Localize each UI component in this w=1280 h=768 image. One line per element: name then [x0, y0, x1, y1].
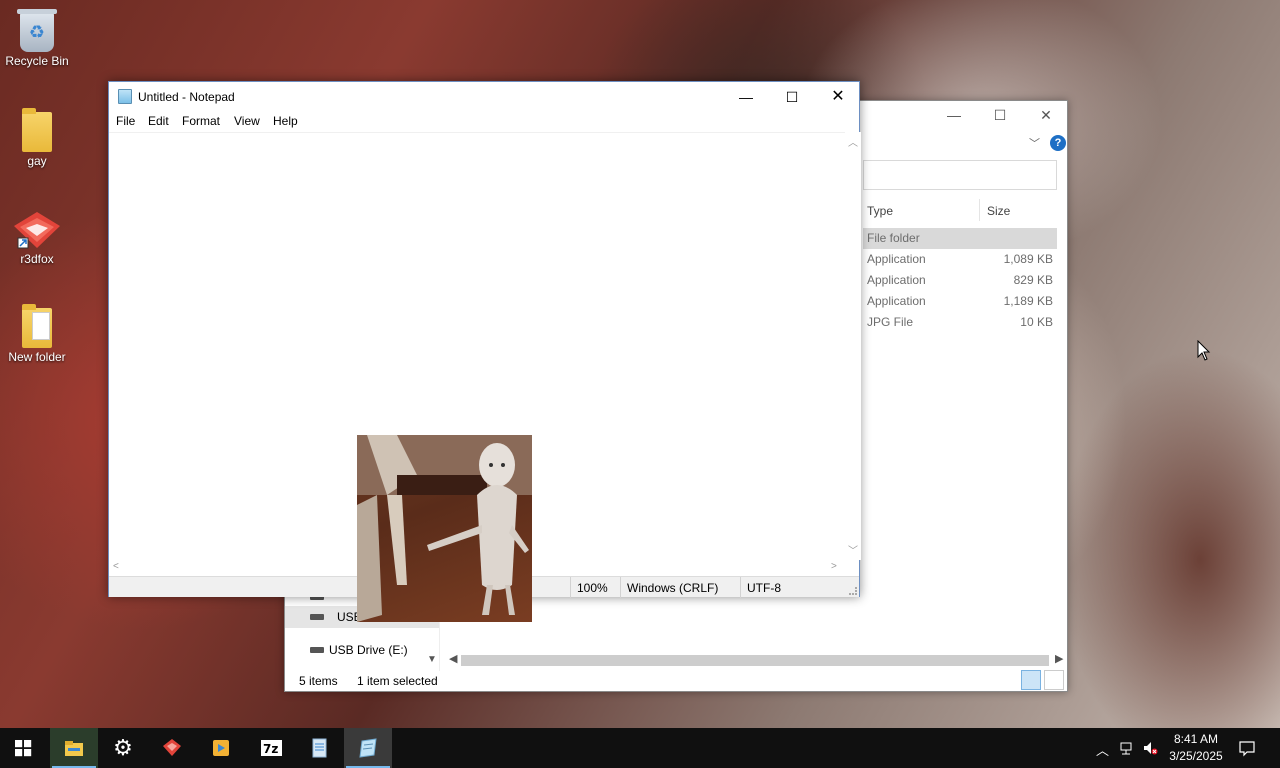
clock-date: 3/25/2025 — [1169, 749, 1223, 763]
scroll-right-arrow-icon[interactable]: > — [831, 561, 837, 572]
windows-logo-icon — [15, 740, 32, 757]
menu-bar: File Edit Format View Help — [109, 112, 859, 132]
status-selection: 1 item selected — [357, 674, 438, 688]
resize-grip-icon[interactable] — [849, 587, 857, 595]
scroll-left-arrow-icon[interactable]: < — [113, 561, 119, 572]
scrollbar-thumb[interactable] — [461, 655, 1049, 666]
taskbar-media-player[interactable] — [197, 728, 245, 768]
possum-image[interactable] — [357, 435, 532, 622]
taskbar-r3dfox[interactable] — [148, 728, 196, 768]
menu-format[interactable]: Format — [182, 114, 220, 128]
file-type: Application — [867, 273, 926, 287]
file-type: File folder — [867, 231, 920, 245]
clock-time: 8:41 AM — [1173, 732, 1219, 746]
details-view-icon[interactable] — [1021, 670, 1041, 690]
desktop-icon-recycle-bin[interactable]: Recycle Bin — [4, 6, 70, 68]
column-header-size[interactable]: Size — [987, 204, 1010, 218]
minimize-button[interactable]: — — [723, 82, 769, 112]
maximize-button[interactable]: ☐ — [977, 107, 1023, 124]
horizontal-scrollbar[interactable]: ◀ ▶ — [445, 652, 1065, 669]
notepad-icon — [359, 738, 377, 758]
volume-muted-icon[interactable] — [1142, 740, 1158, 756]
file-explorer-icon — [65, 741, 83, 756]
nav-item-label: USB Drive (E:) — [329, 643, 408, 657]
usb-drive-icon — [310, 647, 324, 653]
file-row[interactable]: Application 1,189 KB — [863, 291, 1057, 312]
file-size: 1,189 KB — [1003, 294, 1053, 308]
network-icon[interactable] — [1118, 740, 1134, 756]
start-button[interactable] — [0, 728, 48, 768]
status-encoding: UTF-8 — [747, 581, 781, 595]
column-divider[interactable] — [979, 199, 980, 221]
large-icons-view-icon[interactable] — [1044, 670, 1064, 690]
scroll-down-arrow-icon[interactable]: ▼ — [427, 654, 437, 665]
status-zoom: 100% — [577, 581, 608, 595]
scroll-up-arrow-icon[interactable]: ︿ — [848, 134, 858, 149]
file-size: 829 KB — [1013, 273, 1053, 287]
status-divider — [740, 577, 741, 598]
taskbar: ⚙ 7z ︿ 8:41 AM 3/25/2025 — [0, 728, 1280, 768]
nav-item-usb-drive-e[interactable]: USB Drive (E:) — [285, 639, 439, 661]
help-icon[interactable]: ? — [1050, 135, 1066, 151]
desktop-icon-r3dfox[interactable]: r3dfox — [4, 204, 70, 266]
action-center-icon[interactable] — [1238, 739, 1256, 757]
folder-icon — [22, 108, 52, 152]
notepad-icon — [118, 89, 132, 104]
file-type: Application — [867, 294, 926, 308]
maximize-button[interactable]: ☐ — [769, 82, 815, 112]
status-item-count: 5 items — [299, 674, 338, 688]
svg-text:7z: 7z — [263, 742, 278, 756]
document-icon — [312, 738, 327, 758]
scroll-left-arrow-icon[interactable]: ◀ — [449, 652, 457, 665]
r3dfox-icon — [12, 210, 62, 250]
minimize-button[interactable]: — — [931, 107, 977, 123]
media-player-icon — [213, 740, 229, 756]
taskbar-settings[interactable]: ⚙ — [99, 728, 147, 768]
7zip-icon: 7z — [261, 740, 282, 756]
taskbar-7zip[interactable]: 7z — [246, 728, 294, 768]
desktop-icon-label: New folder — [8, 350, 66, 364]
show-hidden-icons-chevron-icon[interactable]: ︿ — [1096, 740, 1109, 759]
taskbar-clock[interactable]: 8:41 AM 3/25/2025 — [1166, 731, 1226, 765]
gear-icon: ⚙ — [113, 735, 133, 760]
file-row[interactable]: Application 829 KB — [863, 270, 1057, 291]
window-title: Untitled - Notepad — [138, 90, 235, 104]
search-box[interactable] — [863, 160, 1057, 190]
taskbar-notepad[interactable] — [344, 728, 392, 768]
file-type: JPG File — [867, 315, 914, 329]
column-header-type[interactable]: Type — [867, 204, 893, 218]
file-size: 10 KB — [1020, 315, 1053, 329]
file-row[interactable]: Application 1,089 KB — [863, 249, 1057, 270]
menu-file[interactable]: File — [116, 114, 135, 128]
close-button[interactable]: ✕ — [1023, 107, 1069, 124]
file-row[interactable]: File folder — [863, 228, 1057, 249]
desktop-icon-new-folder[interactable]: New folder — [4, 302, 70, 364]
desktop-icon-label: Recycle Bin — [5, 54, 69, 68]
desktop-icon-label: r3dfox — [20, 252, 54, 266]
desktop-icon-gay-folder[interactable]: gay — [4, 106, 70, 168]
file-size: 1,089 KB — [1003, 252, 1053, 266]
scroll-down-arrow-icon[interactable]: ﹀ — [848, 542, 858, 557]
menu-help[interactable]: Help — [273, 114, 298, 128]
status-line-ending: Windows (CRLF) — [627, 581, 719, 595]
status-divider — [570, 577, 571, 598]
usb-drive-icon — [310, 614, 324, 620]
title-bar[interactable]: Untitled - Notepad — ☐ ✕ — [109, 82, 859, 112]
r3dfox-icon — [163, 739, 181, 756]
close-button[interactable]: ✕ — [815, 82, 861, 112]
file-row[interactable]: JPG File 10 KB — [863, 312, 1057, 333]
menu-edit[interactable]: Edit — [148, 114, 169, 128]
vertical-scrollbar[interactable]: ︿ ﹀ — [845, 132, 861, 560]
scroll-right-arrow-icon[interactable]: ▶ — [1055, 652, 1063, 665]
recycle-bin-icon — [17, 9, 57, 52]
chevron-down-icon[interactable]: ﹀ — [1029, 135, 1040, 151]
folder-icon — [22, 304, 52, 348]
desktop-icon-label: gay — [27, 154, 47, 168]
taskbar-notepad-document[interactable] — [295, 728, 343, 768]
file-type: Application — [867, 252, 926, 266]
menu-view[interactable]: View — [234, 114, 260, 128]
status-divider — [620, 577, 621, 598]
taskbar-file-explorer[interactable] — [50, 728, 98, 768]
